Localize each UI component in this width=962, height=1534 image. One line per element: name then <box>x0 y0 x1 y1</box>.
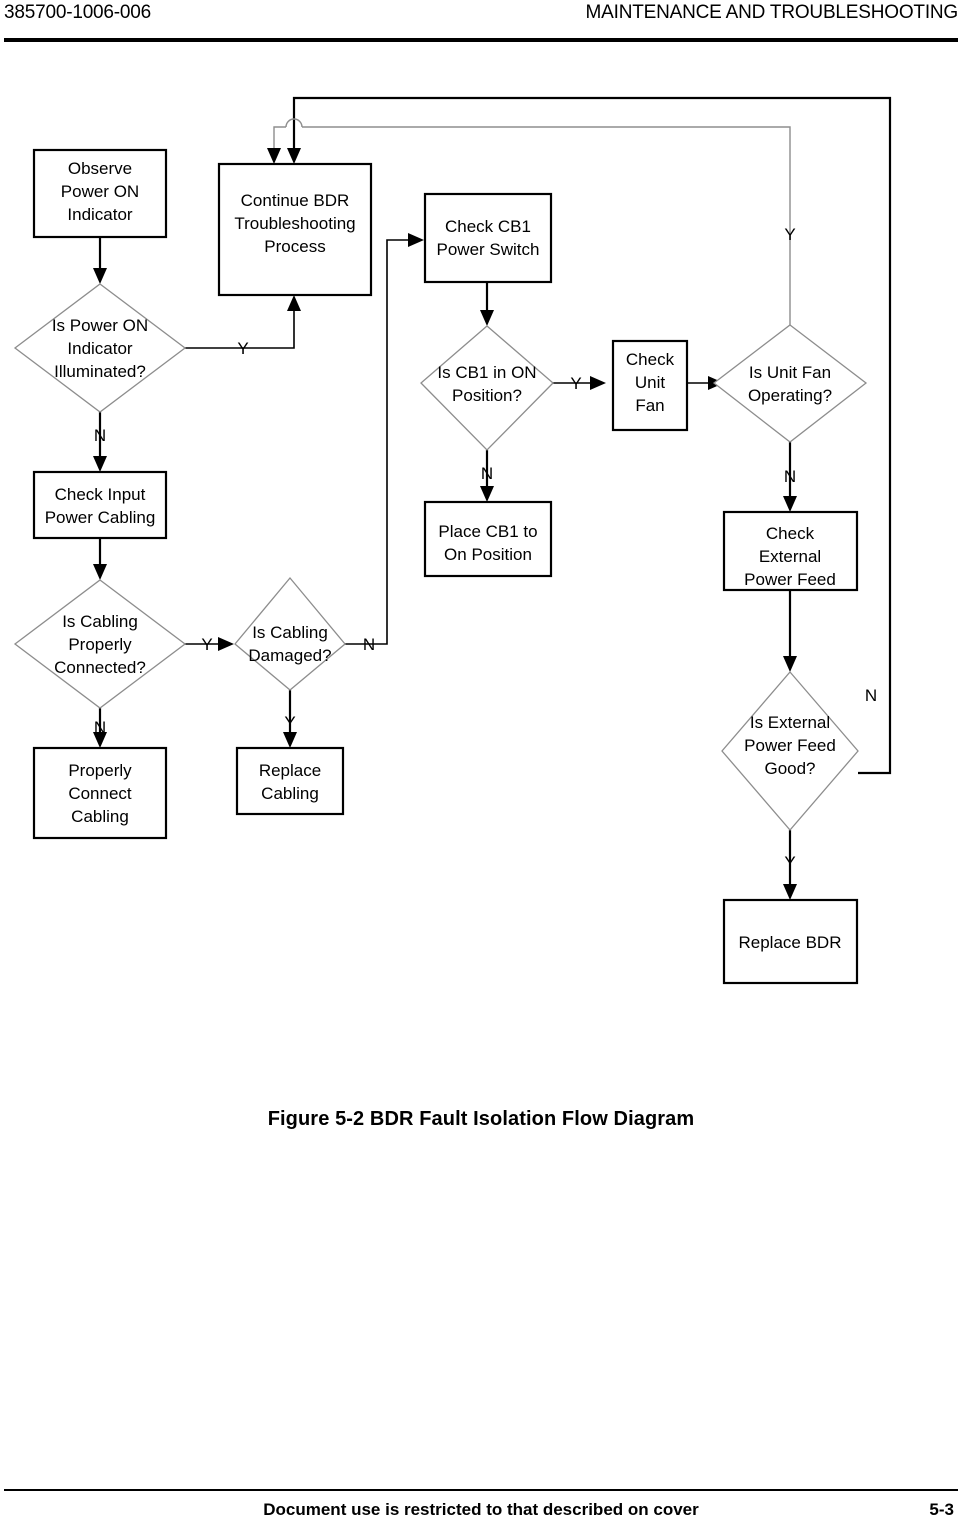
edge-label-cb1-yes: Y <box>570 374 581 393</box>
node-properly-connect-cabling[interactable]: Properly Connect Cabling <box>32 746 168 840</box>
node-check-unit-fan[interactable]: Check Unit Fan <box>611 339 689 432</box>
figure-caption: Figure 5-2 BDR Fault Isolation Flow Diag… <box>267 1108 695 1130</box>
node-is-cabling-properly-connected[interactable]: Is Cabling Properly Connected? <box>13 579 187 709</box>
edge-label-unit-fan-no: N <box>784 467 796 486</box>
node-label-line: Cabling <box>71 807 129 826</box>
node-label-line: Replace BDR <box>739 933 842 952</box>
node-label-line: Position? <box>452 386 522 405</box>
edge-label-cabling-damaged-yes: Y <box>284 713 295 732</box>
node-label-line: Power Cabling <box>45 508 156 527</box>
node-label-line: Operating? <box>748 386 832 405</box>
node-replace-cabling[interactable]: Replace Cabling <box>235 746 345 816</box>
edge-label-external-feed-yes: Y <box>784 853 795 872</box>
node-label-line: Is CB1 in ON <box>437 363 536 382</box>
node-is-cabling-damaged[interactable]: Is Cabling Damaged? <box>234 576 346 691</box>
edge-label-external-feed-no: N <box>865 686 877 705</box>
node-check-external-power-feed[interactable]: Check External Power Feed <box>722 510 859 592</box>
node-label-line: Fan <box>635 396 664 415</box>
edge-label-unit-fan-yes: Y <box>784 225 795 244</box>
node-label-line: Illuminated? <box>54 362 146 381</box>
edge-observe-to-power-on-decision <box>93 237 107 284</box>
node-label-line: Place CB1 to <box>438 522 537 541</box>
node-label-line: Check <box>626 350 675 369</box>
node-label-line: Continue BDR <box>241 191 350 210</box>
node-label-line: Connect <box>68 784 132 803</box>
node-observe-power-on-indicator[interactable]: Observe Power ON Indicator <box>32 148 168 239</box>
node-label-line: Observe <box>68 159 132 178</box>
node-label-line: Properly <box>68 761 132 780</box>
node-label-line: Damaged? <box>248 646 331 665</box>
node-label-line: Indicator <box>67 205 133 224</box>
node-label-line: Connected? <box>54 658 146 677</box>
node-check-input-power-cabling[interactable]: Check Input Power Cabling <box>32 470 168 540</box>
edge-label-cabling-connected-yes: Y <box>201 635 212 654</box>
header-title: MAINTENANCE AND TROUBLESHOOTING <box>585 2 959 23</box>
node-label-line: Is External <box>750 713 830 732</box>
node-label-line: On Position <box>444 545 532 564</box>
node-label-line: Is Power ON <box>52 316 148 335</box>
node-label-line: Check Input <box>55 485 146 504</box>
node-label-line: Good? <box>764 759 815 778</box>
node-place-cb1-to-on-position[interactable]: Place CB1 to On Position <box>423 500 553 578</box>
node-label-line: Power Feed <box>744 570 836 589</box>
bdr-fault-isolation-flow-diagram: Observe Power ON Indicator Continue BDR … <box>13 96 892 985</box>
node-is-power-on-indicator-illuminated[interactable]: Is Power ON Indicator Illuminated? <box>13 283 187 413</box>
edge-label-cabling-connected-no: N <box>94 718 106 737</box>
edge-label-power-on-yes: Y <box>237 339 248 358</box>
node-label-line: Unit <box>635 373 666 392</box>
node-label-line: Power Switch <box>437 240 540 259</box>
node-label-line: Is Cabling <box>252 623 328 642</box>
edge-label-cabling-damaged-no: N <box>363 635 375 654</box>
document-id: 385700-1006-006 <box>4 2 152 23</box>
node-label-line: Is Cabling <box>62 612 138 631</box>
node-label-line: Check CB1 <box>445 217 531 236</box>
node-label-line: Troubleshooting <box>234 214 355 233</box>
footer-page-number: 5-3 <box>929 1500 954 1519</box>
node-is-unit-fan-operating[interactable]: Is Unit Fan Operating? <box>712 324 868 443</box>
edge-label-cb1-no: N <box>481 464 493 483</box>
node-is-external-power-feed-good[interactable]: Is External Power Feed Good? <box>721 671 859 831</box>
node-replace-bdr[interactable]: Replace BDR <box>722 898 859 985</box>
node-check-cb1-power-switch[interactable]: Check CB1 Power Switch <box>423 192 553 284</box>
node-label-line: External <box>759 547 821 566</box>
edge-check-external-feed-to-external-feed-decision <box>783 590 797 672</box>
node-label-line: Check <box>766 524 815 543</box>
node-continue-bdr-troubleshooting-process[interactable]: Continue BDR Troubleshooting Process <box>217 162 373 297</box>
edge-external-feed-no-to-continue-bdr <box>287 96 892 775</box>
node-label-line: Process <box>264 237 325 256</box>
node-label-line: Is Unit Fan <box>749 363 831 382</box>
node-label-line: Power ON <box>61 182 139 201</box>
node-label-line: Properly <box>68 635 132 654</box>
footer-notice: Document use is restricted to that descr… <box>263 1500 699 1519</box>
node-label-line: Cabling <box>261 784 319 803</box>
edge-check-input-cabling-to-cabling-connected <box>93 538 107 580</box>
page-header: 385700-1006-006 MAINTENANCE AND TROUBLES… <box>0 0 962 52</box>
node-is-cb1-in-on-position[interactable]: Is CB1 in ON Position? <box>420 325 554 451</box>
node-label-line: Replace <box>259 761 321 780</box>
edge-check-cb1-to-cb1-decision <box>480 282 494 326</box>
footer-rule <box>4 1489 958 1491</box>
node-label-line: Power Feed <box>744 736 836 755</box>
edge-label-power-on-no: N <box>94 426 106 445</box>
document-page: 385700-1006-006 MAINTENANCE AND TROUBLES… <box>0 0 962 1534</box>
node-label-line: Indicator <box>67 339 133 358</box>
header-rule <box>4 38 958 42</box>
